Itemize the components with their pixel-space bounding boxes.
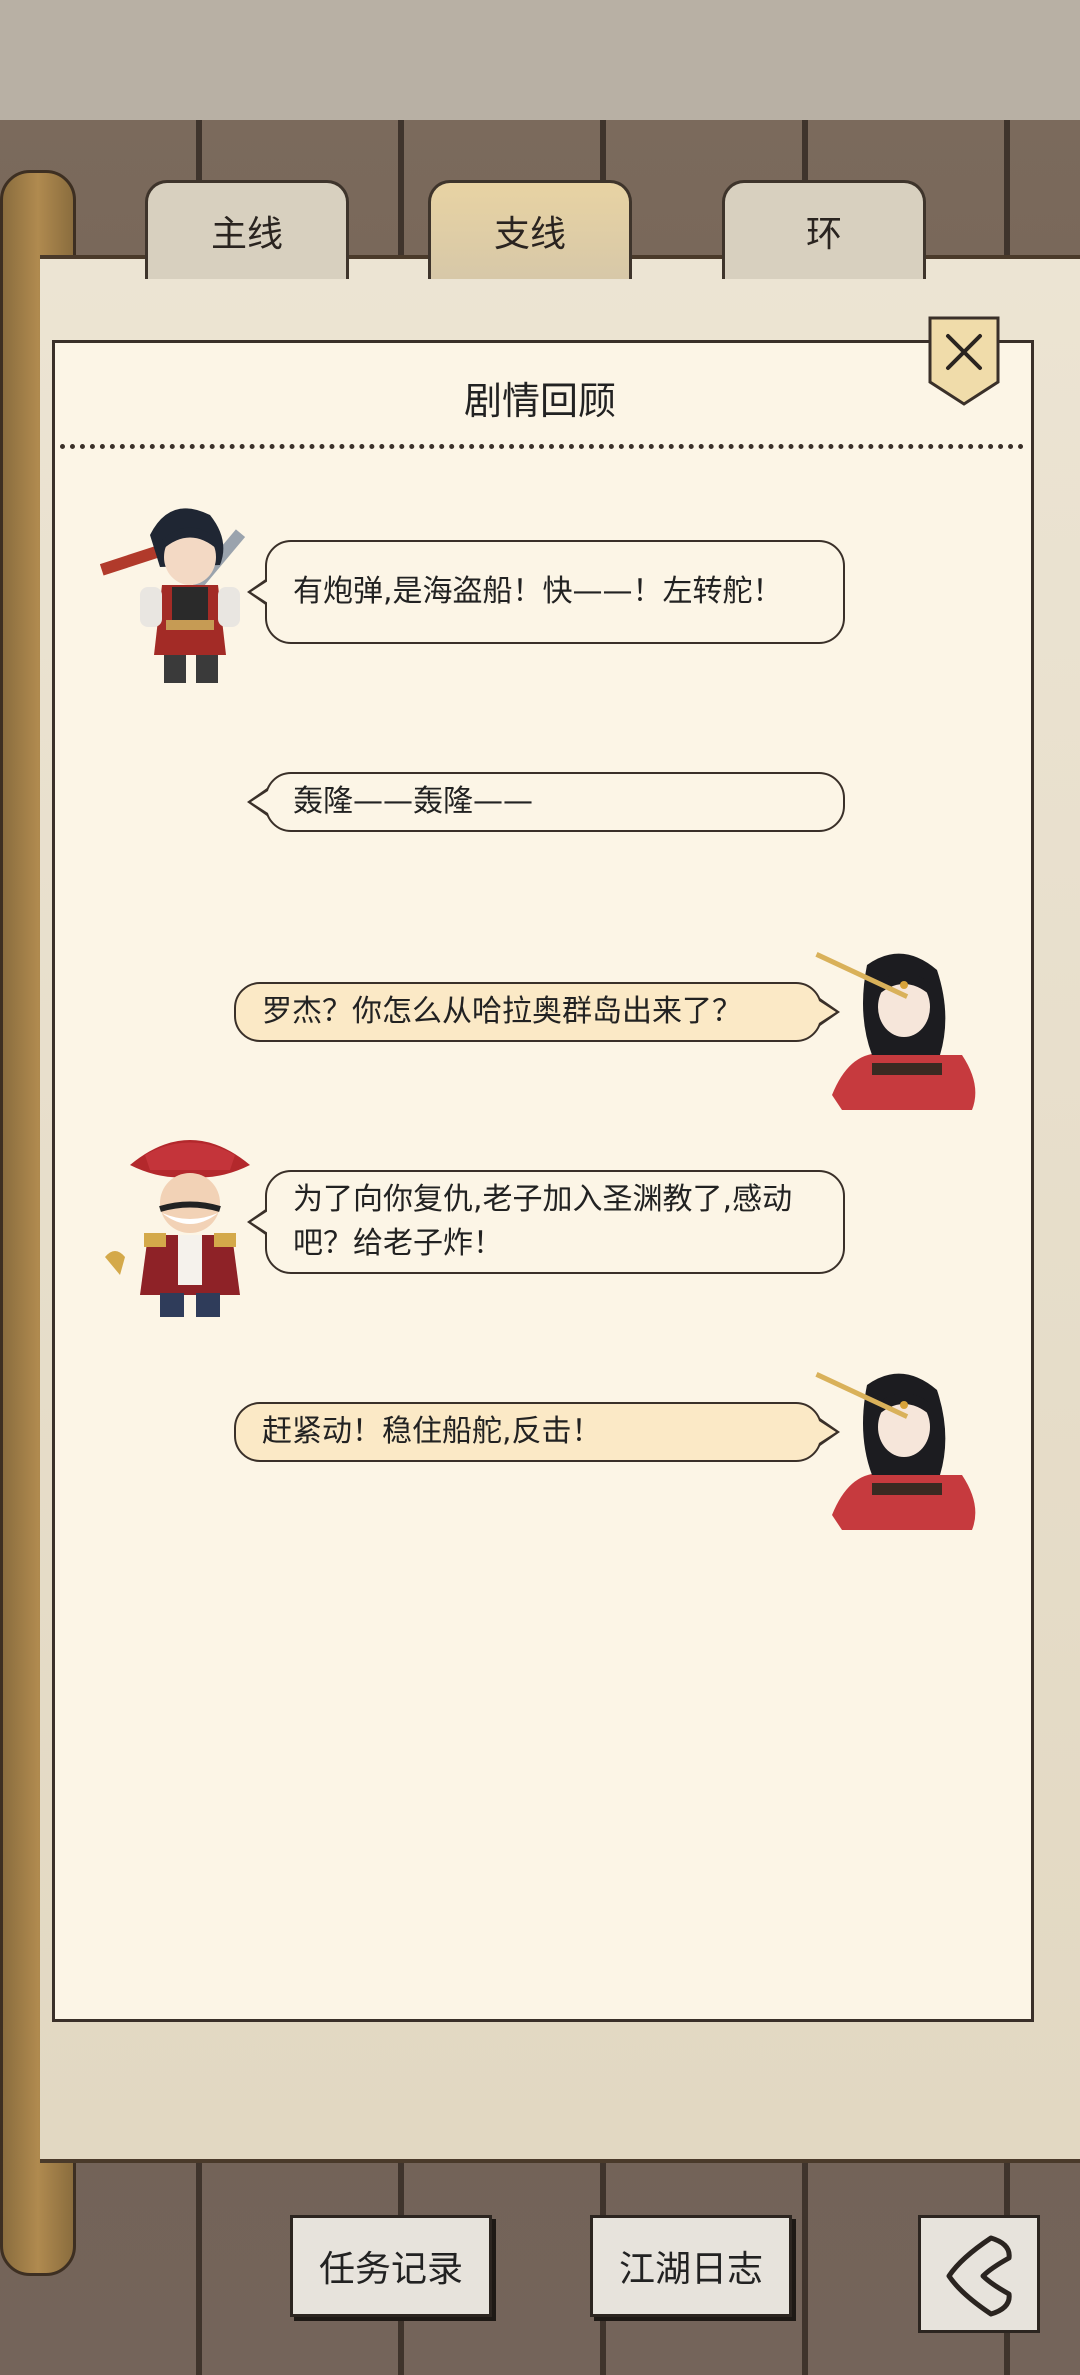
panel-title: 剧情回顾 [463, 379, 616, 423]
heroine-portrait [812, 945, 987, 1119]
tab-label: 环 [805, 214, 842, 255]
quest-log-label: 任务记录 [318, 2249, 463, 2290]
dialogue-bubble: 轰隆——轰隆—— [247, 772, 845, 832]
jianghu-journal-label: 江湖日志 [618, 2249, 763, 2290]
status-bar [0, 0, 1080, 120]
close-button[interactable] [928, 316, 1000, 408]
back-button[interactable] [918, 2215, 1040, 2333]
dialogue-text: 赶紧动！稳住船舵,反击！ [262, 1414, 602, 1449]
back-arrow-icon [946, 2235, 1012, 2317]
dialogue-bubble: 赶紧动！稳住船舵,反击！ [234, 1402, 840, 1462]
tab-main-story[interactable]: 主线 [145, 180, 349, 279]
dialogue-text: 罗杰？你怎么从哈拉奥群岛出来了？ [262, 994, 742, 1029]
dialogue-bubble: 为了向你复仇,老子加入圣渊教了,感动吧？给老子炸！ [247, 1170, 845, 1274]
tab-label: 支线 [493, 214, 566, 255]
dialogue-bubble: 有炮弹,是海盗船！快——！左转舵！ [247, 540, 845, 644]
dialogue-text: 轰隆——轰隆—— [293, 784, 533, 819]
tab-label: 主线 [210, 214, 283, 255]
tab-side-story[interactable]: 支线 [428, 180, 632, 279]
heroine-portrait [812, 1365, 987, 1539]
dialogue-text: 为了向你复仇,老子加入圣渊教了,感动吧？给老子炸！ [293, 1182, 793, 1261]
dotted-divider [60, 444, 1024, 449]
close-icon [928, 316, 1000, 406]
tab-ring[interactable]: 环 [722, 180, 926, 279]
dialogue-bubble: 罗杰？你怎么从哈拉奥群岛出来了？ [234, 982, 840, 1042]
jianghu-journal-button[interactable]: 江湖日志 [590, 2215, 792, 2317]
dialogue-text: 有炮弹,是海盗船！快——！左转舵！ [293, 574, 783, 609]
quest-log-button[interactable]: 任务记录 [290, 2215, 492, 2317]
